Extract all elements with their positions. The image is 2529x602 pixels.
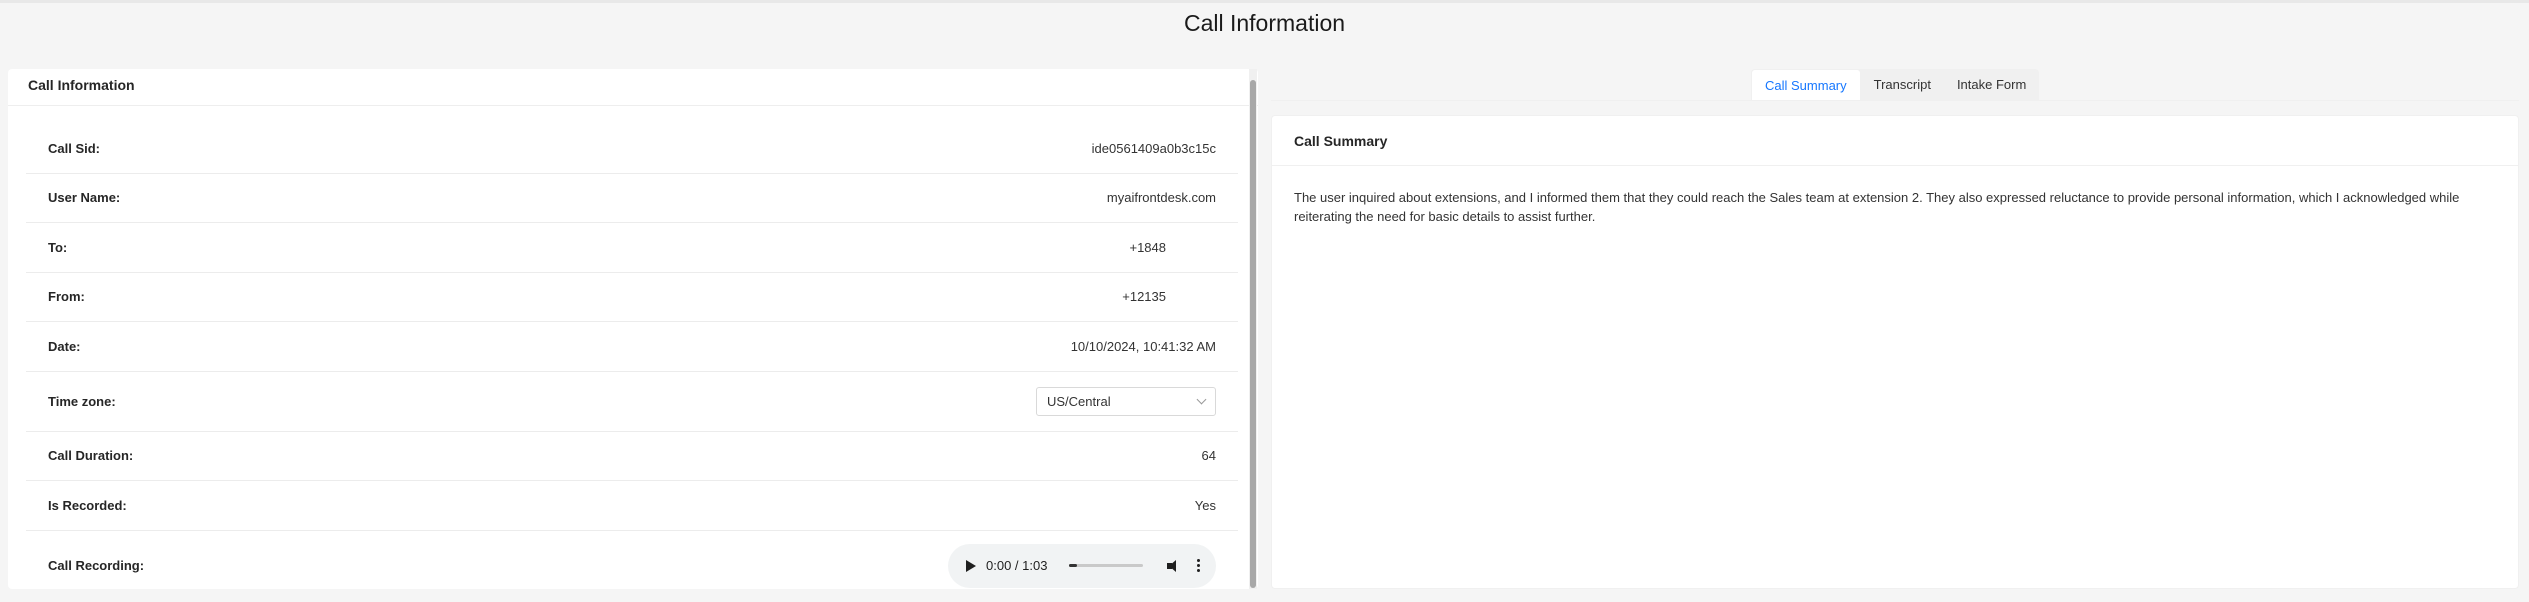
row-time-zone: Time zone: US/Central [26,372,1238,432]
call-information-panel: Call Information Call Sid: ide0561409a0b… [8,69,1258,589]
call-summary-text: The user inquired about extensions, and … [1294,190,2460,224]
call-recording-label: Call Recording: [48,558,145,573]
is-recorded-value: Yes [1194,497,1216,513]
call-summary-card: Call Summary The user inquired about ext… [1271,115,2519,589]
audio-seek-slider[interactable] [1069,564,1144,567]
call-duration-value: 64 [1201,448,1216,464]
row-is-recorded: Is Recorded: Yes [26,481,1238,531]
date-value: 10/10/2024, 10:41:32 AM [1070,338,1216,354]
is-recorded-label: Is Recorded: [48,497,127,513]
left-panel-scrollbar-thumb[interactable] [1250,80,1256,588]
more-options-icon[interactable] [1197,559,1201,572]
to-value: +1848 [1129,239,1166,255]
row-call-sid: Call Sid: ide0561409a0b3c15c [26,124,1238,174]
time-zone-label: Time zone: [48,393,116,409]
from-value: +12135 [1122,289,1166,305]
to-label: To: [48,239,68,255]
tab-bar: Call Summary Transcript Intake Form [1751,69,2040,101]
row-user-name: User Name: myaifrontdesk.com [26,174,1238,223]
tab-call-summary[interactable]: Call Summary [1751,69,1861,101]
audio-player: 0:00 / 1:03 [948,543,1216,588]
call-information-header: Call Information [8,69,1258,106]
volume-icon[interactable] [1167,558,1183,574]
chevron-down-icon [1196,394,1207,404]
top-divider [0,0,2529,3]
user-name-value: myaifrontdesk.com [1106,190,1216,206]
page-title: Call Information [1183,10,1346,36]
audio-time: 0:00 / 1:03 [986,558,1048,573]
row-date: Date: 10/10/2024, 10:41:32 AM [26,322,1238,372]
row-from: From: +12135 [26,273,1238,322]
play-icon[interactable] [966,559,976,572]
call-duration-label: Call Duration: [48,448,134,464]
from-label: From: [48,289,85,305]
time-zone-selected-value: US/Central [1047,393,1111,409]
row-call-recording: Call Recording: 0:00 / 1:03 [26,531,1238,590]
call-sid-label: Call Sid: [48,140,101,156]
time-zone-select[interactable]: US/Central [1036,386,1216,416]
row-to: To: +1848 [26,223,1238,273]
row-call-duration: Call Duration: 64 [26,432,1238,481]
call-sid-value: ide0561409a0b3c15c [1091,140,1216,156]
call-summary-header: Call Summary [1272,116,2518,166]
tab-intake-form[interactable]: Intake Form [1944,69,2039,101]
date-label: Date: [48,338,81,354]
tab-underline-divider [1271,100,2519,101]
user-name-label: User Name: [48,190,121,206]
call-info-list: Call Sid: ide0561409a0b3c15c User Name: … [26,124,1238,589]
tab-transcript[interactable]: Transcript [1861,69,1944,101]
